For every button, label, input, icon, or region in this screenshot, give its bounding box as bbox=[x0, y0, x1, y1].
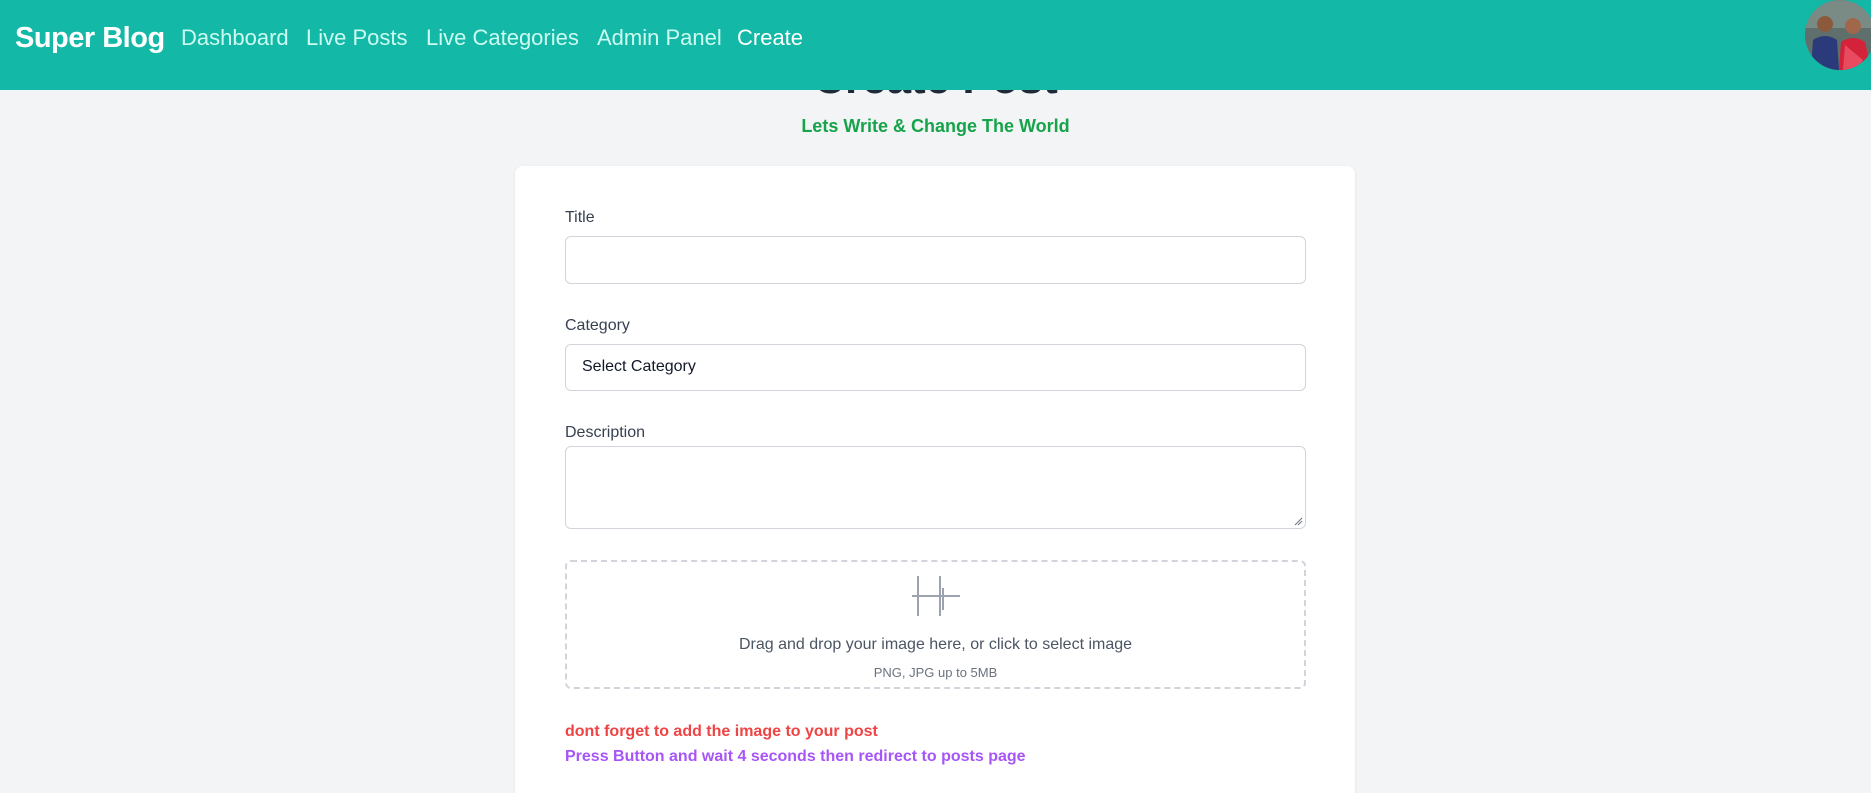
redirect-info-text: Press Button and wait 4 seconds then red… bbox=[565, 748, 1026, 765]
category-label: Category bbox=[565, 317, 630, 334]
category-selected-value: Select Category bbox=[582, 358, 696, 375]
user-avatar[interactable] bbox=[1805, 0, 1871, 70]
dropzone-instructions: Drag and drop your image here, or click … bbox=[738, 636, 1133, 653]
image-warning-text: dont forget to add the image to your pos… bbox=[565, 723, 878, 740]
resize-handle-icon[interactable] bbox=[1293, 516, 1303, 526]
description-label: Description bbox=[565, 424, 646, 441]
title-label: Title bbox=[565, 209, 595, 226]
category-select[interactable]: Select Category bbox=[565, 344, 1306, 391]
nav-link-live-posts[interactable]: Live Posts bbox=[306, 25, 408, 51]
nav-link-create[interactable]: Create bbox=[737, 25, 803, 51]
dropzone-file-hint: PNG, JPG up to 5MB bbox=[873, 665, 998, 680]
title-input[interactable] bbox=[565, 236, 1306, 284]
nav-link-live-categories[interactable]: Live Categories bbox=[426, 25, 579, 51]
nav-link-dashboard[interactable]: Dashboard bbox=[181, 25, 289, 51]
page-subtitle: Lets Write & Change The World bbox=[801, 116, 1070, 136]
top-navbar: Super Blog Dashboard Live Posts Live Cat… bbox=[0, 0, 1871, 90]
image-upload-icon bbox=[912, 576, 960, 616]
description-textarea[interactable] bbox=[565, 446, 1306, 529]
image-dropzone[interactable]: Drag and drop your image here, or click … bbox=[565, 560, 1306, 689]
create-post-form: Title Category Select Category Descripti… bbox=[515, 166, 1355, 793]
brand-logo[interactable]: Super Blog bbox=[15, 22, 165, 55]
nav-link-admin-panel[interactable]: Admin Panel bbox=[597, 25, 722, 51]
